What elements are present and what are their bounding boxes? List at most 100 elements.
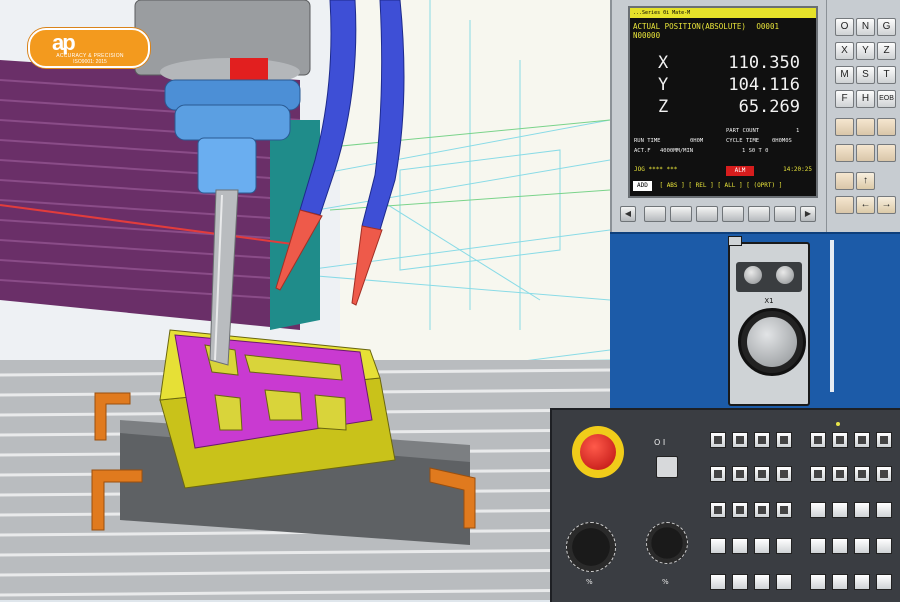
mode-button-auto[interactable]	[732, 432, 748, 448]
company-logo: ap ACCURACY & PRECISION ISO9001: 2015	[28, 28, 150, 68]
key-z[interactable]: Z	[877, 42, 896, 60]
axis-button-11[interactable]	[854, 502, 870, 518]
add-field: ADD	[633, 181, 652, 191]
function-key-3[interactable]	[877, 118, 896, 136]
function-key-1[interactable]	[835, 118, 854, 136]
feed-override-label: %	[586, 578, 593, 586]
axis-button-20[interactable]	[876, 574, 892, 590]
function-button-12[interactable]	[732, 574, 748, 590]
key-o[interactable]: O	[835, 18, 854, 36]
function-key-2[interactable]	[856, 118, 875, 136]
function-key-5[interactable]	[856, 144, 875, 162]
screen-header: ...Series 0i Mate-M	[630, 8, 816, 18]
arrow-right-icon[interactable]: →	[877, 196, 896, 214]
axis-button-14[interactable]	[832, 538, 848, 554]
arrow-up-icon[interactable]: ↑	[856, 172, 875, 190]
function-button-14[interactable]	[776, 574, 792, 590]
axis-button-15[interactable]	[854, 538, 870, 554]
softkey-label-abs: [ ABS ]	[659, 182, 685, 189]
softkey-next-icon[interactable]: ▶	[800, 206, 816, 222]
indicator-led	[836, 422, 840, 426]
mode-button-mdi[interactable]	[754, 432, 770, 448]
mode-button-edit[interactable]	[710, 432, 726, 448]
clock: 14:20:25	[783, 166, 812, 173]
function-button-10[interactable]	[776, 538, 792, 554]
feed-override-dial[interactable]	[566, 522, 616, 572]
key-m[interactable]: M	[835, 66, 854, 84]
key-n[interactable]: N	[856, 18, 875, 36]
axis-button-9[interactable]	[810, 502, 826, 518]
axis-button-8[interactable]	[876, 466, 892, 482]
softkey-3[interactable]	[696, 206, 718, 222]
mode-button-handle[interactable]	[776, 466, 792, 482]
status-stars: **** ***	[648, 166, 678, 173]
increment-selector-knob[interactable]	[776, 266, 794, 284]
axis-row-z: Z 65.269	[652, 96, 802, 118]
axis-button-2[interactable]	[832, 432, 848, 448]
function-button-7[interactable]	[710, 538, 726, 554]
key-f[interactable]: F	[835, 90, 854, 108]
axis-selector-knob[interactable]	[744, 266, 762, 284]
handwheel-dial-icon	[747, 317, 797, 367]
axis-button-12[interactable]	[876, 502, 892, 518]
axis-button-4[interactable]	[876, 432, 892, 448]
screen-title-row: ACTUAL POSITION(ABSOLUTE) O0001 N00000	[633, 22, 816, 40]
spindle-override-label: %	[662, 578, 669, 586]
softkey-2[interactable]	[670, 206, 692, 222]
axis-button-1[interactable]	[810, 432, 826, 448]
mode-button-inc[interactable]	[754, 466, 770, 482]
axis-button-13[interactable]	[810, 538, 826, 554]
axis-button-7[interactable]	[854, 466, 870, 482]
softkey-4[interactable]	[722, 206, 744, 222]
function-button-stop[interactable]	[776, 502, 792, 518]
function-key-6[interactable]	[877, 144, 896, 162]
panel-divider	[830, 240, 834, 392]
function-button-skip[interactable]	[732, 502, 748, 518]
mode-button-jog[interactable]	[732, 466, 748, 482]
cnc-monitor: ...Series 0i Mate-M ACTUAL POSITION(ABSO…	[610, 0, 828, 232]
axis-button-19[interactable]	[854, 574, 870, 590]
key-y[interactable]: Y	[856, 42, 875, 60]
function-button-9[interactable]	[754, 538, 770, 554]
function-button-8[interactable]	[732, 538, 748, 554]
logo-mark: ap	[52, 30, 76, 55]
softkey-6[interactable]	[774, 206, 796, 222]
axis-button-5[interactable]	[810, 466, 826, 482]
key-eob[interactable]: EOB	[877, 90, 896, 108]
softkey-5[interactable]	[748, 206, 770, 222]
arrow-left-icon[interactable]: ←	[856, 196, 875, 214]
axis-value: 110.350	[728, 53, 800, 73]
mode-button-dnc[interactable]	[776, 432, 792, 448]
axis-button-16[interactable]	[876, 538, 892, 554]
key-x[interactable]: X	[835, 42, 854, 60]
function-key-4[interactable]	[835, 144, 854, 162]
program-protect-keyswitch[interactable]	[656, 456, 678, 478]
part-count-label: PART COUNT	[726, 128, 760, 134]
function-button-13[interactable]	[754, 574, 770, 590]
emergency-stop-button[interactable]	[580, 434, 616, 470]
axis-button-10[interactable]	[832, 502, 848, 518]
softkey-label-oprt: [ (OPRT) ]	[746, 182, 783, 189]
page-up-key[interactable]	[835, 172, 854, 190]
handwheel[interactable]	[738, 308, 806, 376]
key-s[interactable]: S	[856, 66, 875, 84]
function-button-single-block[interactable]	[710, 502, 726, 518]
mode-button-ref[interactable]	[710, 466, 726, 482]
axis-button-18[interactable]	[832, 574, 848, 590]
axis-name: Y	[658, 75, 669, 95]
function-button-dry-run[interactable]	[754, 502, 770, 518]
simulation-viewport[interactable]: ap ACCURACY & PRECISION ISO9001: 2015	[0, 0, 610, 600]
axis-button-3[interactable]	[854, 432, 870, 448]
sequence-number: N00000	[633, 31, 661, 40]
spindle-override-dial[interactable]	[646, 522, 688, 564]
softkey-prev-icon[interactable]: ◀	[620, 206, 636, 222]
run-time: 0H0M	[690, 138, 704, 144]
page-down-key[interactable]	[835, 196, 854, 214]
function-button-11[interactable]	[710, 574, 726, 590]
key-h[interactable]: H	[856, 90, 875, 108]
key-g[interactable]: G	[877, 18, 896, 36]
axis-button-17[interactable]	[810, 574, 826, 590]
softkey-1[interactable]	[644, 206, 666, 222]
axis-button-6[interactable]	[832, 466, 848, 482]
key-t[interactable]: T	[877, 66, 896, 84]
